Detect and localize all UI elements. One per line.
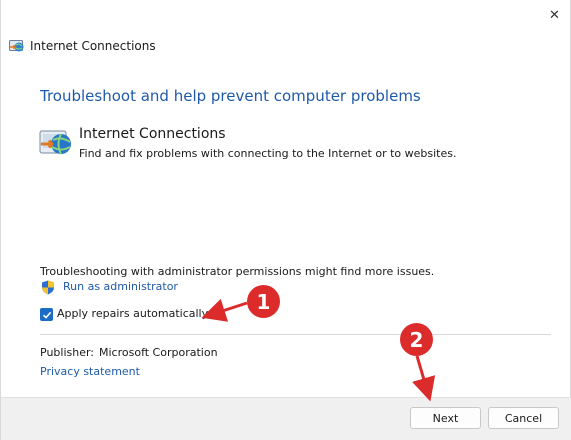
arrow-to-next [412,355,436,402]
troubleshooter-window: ✕ Internet Connections Troubleshoot and … [0,0,571,440]
troubleshooter-title[interactable]: Internet Connections [79,126,226,142]
checkmark-icon [42,311,51,319]
internet-connections-icon [39,127,73,159]
apply-repairs-label[interactable]: Apply repairs automatically [57,307,208,320]
cancel-button[interactable]: Cancel [488,407,559,429]
page-heading: Troubleshoot and help prevent computer p… [40,87,421,105]
divider [40,334,551,335]
troubleshooter-description: Find and fix problems with connecting to… [79,147,457,160]
footer-bar [1,397,571,440]
uac-shield-icon [41,280,55,295]
callout-badge-1: 1 [247,285,280,318]
privacy-statement-link[interactable]: Privacy statement [40,365,140,378]
network-troubleshooter-icon [9,38,25,54]
admin-note: Troubleshooting with administrator permi… [40,265,435,278]
close-icon: ✕ [549,7,560,23]
publisher-label: Publisher: [40,346,95,359]
next-button[interactable]: Next [410,407,481,429]
apply-repairs-checkbox[interactable] [40,308,53,321]
callout-badge-2: 2 [400,323,433,356]
arrow-to-checkbox [201,298,248,322]
close-button[interactable]: ✕ [537,0,571,30]
publisher-value: Microsoft Corporation [99,346,218,359]
window-title: Internet Connections [30,39,156,53]
run-as-administrator-link[interactable]: Run as administrator [63,280,178,293]
